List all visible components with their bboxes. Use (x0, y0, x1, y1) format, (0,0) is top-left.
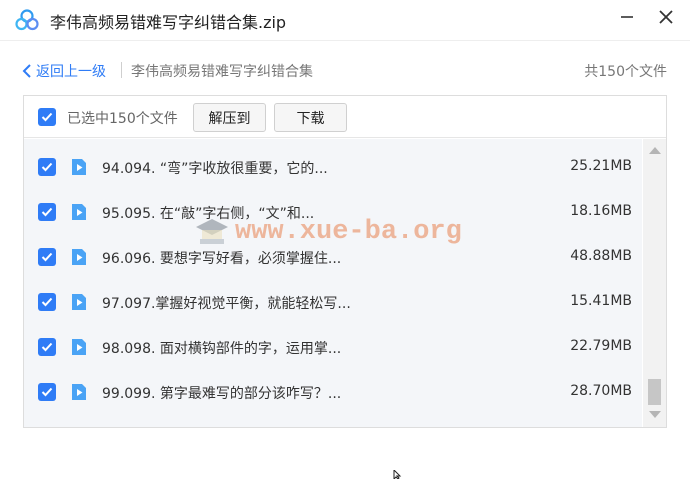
scroll-up-arrow-icon[interactable] (649, 147, 661, 154)
video-file-icon (72, 294, 86, 310)
close-button[interactable] (651, 4, 681, 30)
total-file-count: 共150个文件 (584, 64, 667, 80)
file-size: 48.88MB (570, 248, 632, 264)
file-size: 18.16MB (570, 203, 632, 219)
video-file-icon (72, 339, 86, 355)
file-checkbox[interactable] (38, 383, 56, 401)
file-panel: 已选中150个文件 解压到 下载 93.093. “……”字……94.094. … (23, 95, 667, 428)
back-button[interactable]: 返回上一级 (22, 61, 106, 81)
file-name: 97.097.掌握好视觉平衡，就能轻松写... (102, 296, 351, 312)
file-row[interactable]: 96.096. 要想字写好看，必须掌握住... 48.88MB (24, 235, 642, 280)
file-row[interactable]: 99.099. 第字最难写的部分该咋写？... 28.70MB (24, 370, 642, 415)
check-icon (41, 162, 53, 172)
file-list[interactable]: 93.093. “……”字……94.094. “弯”字收放很重要，它的...25… (24, 139, 642, 427)
file-row[interactable]: 98.098. 面对横钩部件的字，运用掌... 22.79MB (24, 325, 642, 370)
file-checkbox[interactable] (38, 158, 56, 176)
file-name: 94.094. “弯”字收放很重要，它的... (102, 161, 328, 177)
back-label: 返回上一级 (36, 64, 106, 80)
extract-to-button[interactable]: 解压到 (193, 103, 266, 132)
title-separator (0, 40, 690, 41)
minimize-button[interactable] (612, 4, 642, 30)
download-button[interactable]: 下载 (274, 103, 347, 132)
file-size: 28.70MB (570, 383, 632, 399)
file-name: 99.099. 第字最难写的部分该咋写？... (102, 386, 342, 402)
file-row[interactable]: 95.095. 在“敲”字右侧，“文”和... 18.16MB (24, 190, 642, 235)
file-row[interactable]: 94.094. “弯”字收放很重要，它的... 25.21MB (24, 145, 642, 190)
file-name: 96.096. 要想字写好看，必须掌握住... (102, 251, 342, 267)
video-file-icon (72, 384, 86, 400)
file-checkbox[interactable] (38, 293, 56, 311)
select-all-checkbox[interactable] (38, 108, 56, 126)
video-file-icon (72, 249, 86, 265)
check-icon (41, 207, 53, 217)
baidu-netdisk-cloud-icon (15, 9, 39, 31)
video-file-icon (72, 204, 86, 220)
mouse-cursor-icon (393, 470, 402, 479)
file-checkbox[interactable] (38, 338, 56, 356)
file-size: 15.41MB (570, 293, 632, 309)
check-icon (41, 252, 53, 262)
vertical-scrollbar[interactable] (643, 139, 666, 427)
scroll-thumb[interactable] (648, 379, 661, 405)
file-row[interactable]: 97.097.掌握好视觉平衡，就能轻松写... 15.41MB (24, 280, 642, 325)
file-checkbox[interactable] (38, 203, 56, 221)
file-name: 98.098. 面对横钩部件的字，运用掌... (102, 341, 342, 357)
video-file-icon (72, 159, 86, 175)
chevron-left-icon (22, 64, 31, 78)
file-name: 95.095. 在“敲”字右侧，“文”和... (102, 206, 315, 222)
file-size: 25.21MB (570, 158, 632, 174)
file-checkbox[interactable] (38, 248, 56, 266)
breadcrumb-divider (121, 62, 122, 78)
current-folder-name: 李伟高频易错难写字纠错合集 (131, 64, 313, 80)
window-title: 李伟高频易错难写字纠错合集.zip (50, 13, 287, 32)
scroll-down-arrow-icon[interactable] (649, 411, 661, 418)
check-icon (41, 342, 53, 352)
check-icon (41, 297, 53, 307)
selected-count: 已选中150个文件 (67, 111, 178, 127)
title-bar: 李伟高频易错难写字纠错合集.zip (0, 0, 690, 40)
minimize-icon (621, 16, 633, 18)
check-icon (41, 387, 53, 397)
selection-toolbar: 已选中150个文件 解压到 下载 (24, 96, 666, 138)
file-size: 22.79MB (570, 338, 632, 354)
close-icon (659, 10, 673, 24)
check-icon (41, 112, 53, 122)
